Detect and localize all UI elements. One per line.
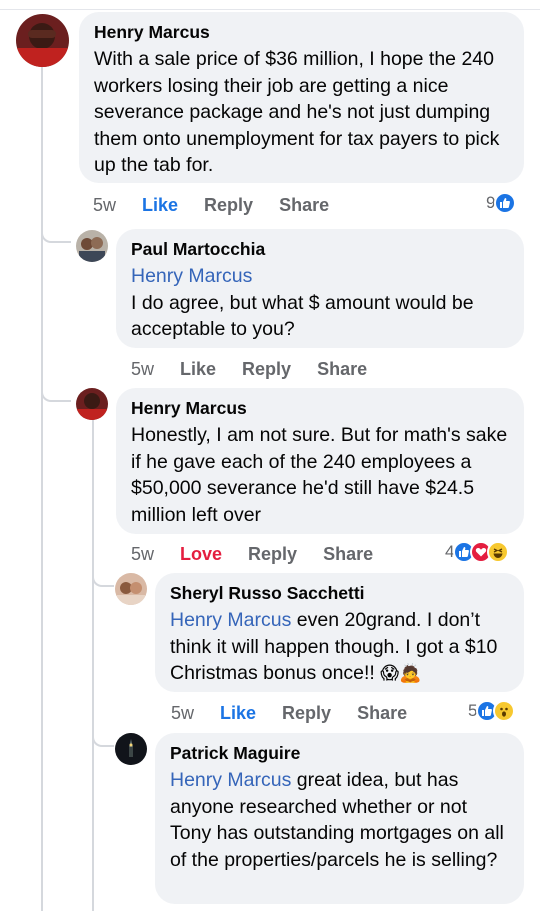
comment-author[interactable]: Sheryl Russo Sacchetti bbox=[170, 582, 510, 604]
comment-author[interactable]: Patrick Maguire bbox=[170, 742, 510, 764]
haha-icon bbox=[487, 541, 510, 563]
comment-author[interactable]: Henry Marcus bbox=[94, 21, 510, 43]
thread-line-main bbox=[41, 66, 43, 911]
thread-line-nested bbox=[92, 418, 94, 911]
top-divider bbox=[0, 9, 540, 10]
reply-button[interactable]: Reply bbox=[242, 359, 291, 380]
reaction-summary[interactable]: 9 bbox=[486, 192, 517, 214]
comment-text: Henry Marcus I do agree, but what $ amou… bbox=[131, 263, 510, 343]
comment-bubble: Paul Martocchia Henry Marcus I do agree,… bbox=[116, 229, 524, 348]
thread-elbow-henry-2 bbox=[41, 380, 71, 402]
comment-timestamp[interactable]: 5w bbox=[131, 544, 154, 565]
comment-actions: 5w Like Reply Share bbox=[131, 357, 393, 381]
comment-text: Honestly, I am not sure. But for math's … bbox=[131, 424, 508, 526]
comment-text: Henry Marcus great idea, but has anyone … bbox=[170, 767, 510, 873]
avatar-henry-marcus[interactable] bbox=[76, 388, 108, 420]
comment-actions: 5w Love Reply Share bbox=[131, 542, 399, 566]
wow-icon bbox=[493, 700, 516, 722]
avatar-patrick-maguire[interactable] bbox=[115, 733, 147, 765]
comment-text: With a sale price of $36 million, I hope… bbox=[94, 48, 500, 176]
reply-button[interactable]: Reply bbox=[248, 544, 297, 565]
emoji-scream-bow: 😱🙇 bbox=[380, 663, 422, 684]
reply-button[interactable]: Reply bbox=[204, 195, 253, 216]
comment-timestamp[interactable]: 5w bbox=[93, 195, 116, 216]
thread-elbow-sheryl bbox=[92, 565, 114, 587]
share-button[interactable]: Share bbox=[357, 703, 407, 724]
like-button[interactable]: Like bbox=[142, 195, 178, 216]
comment-actions: 5w Like Reply Share bbox=[171, 701, 433, 725]
avatar-sheryl-russo-sacchetti[interactable] bbox=[115, 573, 147, 605]
thread-elbow-patrick bbox=[92, 725, 114, 747]
comment-author[interactable]: Paul Martocchia bbox=[131, 238, 510, 260]
share-button[interactable]: Share bbox=[317, 359, 367, 380]
mention-link[interactable]: Henry Marcus bbox=[170, 609, 291, 631]
reply-button[interactable]: Reply bbox=[282, 703, 331, 724]
thread-elbow-paul bbox=[41, 222, 71, 243]
avatar-henry-marcus[interactable] bbox=[16, 14, 69, 67]
comment-bubble: Patrick Maguire Henry Marcus great idea,… bbox=[155, 733, 524, 904]
comment-timestamp[interactable]: 5w bbox=[131, 359, 154, 380]
comment-bubble: Henry Marcus With a sale price of $36 mi… bbox=[79, 12, 524, 183]
mention-link[interactable]: Henry Marcus bbox=[131, 265, 252, 287]
comment-body: I do agree, but what $ amount would be a… bbox=[131, 291, 474, 341]
comment-bubble: Sheryl Russo Sacchetti Henry Marcus even… bbox=[155, 573, 524, 692]
comment-text: Henry Marcus even 20grand. I don’t think… bbox=[170, 607, 510, 688]
comment-author[interactable]: Henry Marcus bbox=[131, 397, 510, 419]
comment-bubble: Henry Marcus Honestly, I am not sure. Bu… bbox=[116, 388, 524, 534]
like-button[interactable]: Like bbox=[220, 703, 256, 724]
share-button[interactable]: Share bbox=[279, 195, 329, 216]
mention-link[interactable]: Henry Marcus bbox=[170, 769, 291, 791]
like-button[interactable]: Like bbox=[180, 359, 216, 380]
like-icon bbox=[494, 192, 517, 214]
comment-actions: 5w Like Reply Share bbox=[93, 193, 355, 217]
reaction-summary[interactable]: 5 bbox=[468, 700, 516, 722]
love-button[interactable]: Love bbox=[180, 544, 222, 565]
share-button[interactable]: Share bbox=[323, 544, 373, 565]
reaction-summary[interactable]: 4 bbox=[445, 541, 510, 563]
avatar-paul-martocchia[interactable] bbox=[76, 230, 108, 262]
comment-timestamp[interactable]: 5w bbox=[171, 703, 194, 724]
